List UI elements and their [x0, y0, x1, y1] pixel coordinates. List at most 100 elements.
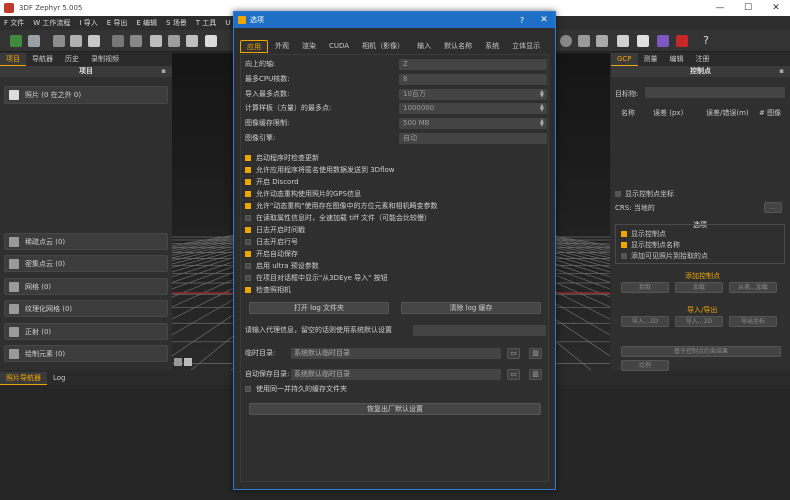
checkbox[interactable]	[245, 250, 251, 257]
maximize-button[interactable]: ☐	[734, 0, 762, 16]
pin-icon[interactable]: ▪	[779, 66, 784, 77]
check-row[interactable]: 允许动态重构使用照片的GPS信息	[245, 189, 361, 200]
open-log-folder-button[interactable]: 打开 log 文件夹	[249, 302, 389, 314]
crs-edit-button[interactable]: ...	[764, 202, 782, 213]
up-axis-select[interactable]: Z	[399, 59, 547, 70]
dense-cloud-group[interactable]: 密集点云 (0)	[4, 255, 168, 272]
trash-icon[interactable]: ▥	[529, 348, 542, 359]
check-row[interactable]: 开启 Discord	[245, 177, 299, 188]
pick-button[interactable]: 拾取	[621, 282, 669, 293]
photos-group[interactable]: 照片 (0 在之外 0)	[4, 86, 168, 104]
dialog-tab-default-names[interactable]: 默认名称	[438, 40, 478, 53]
dialog-tab-cuda[interactable]: CUDA	[323, 40, 355, 53]
autosave-dir-input[interactable]: 系统默认临时目录	[291, 369, 501, 380]
check-row[interactable]: 在读取属性信息时，全速加载 tiff 文件（可能会比较慢）	[245, 213, 431, 224]
checkbox[interactable]	[245, 214, 251, 221]
minimize-button[interactable]: —	[706, 0, 734, 16]
spinner-icon[interactable]: ▲ ▼	[540, 90, 544, 99]
pointer-icon[interactable]	[637, 35, 649, 47]
check-row[interactable]: 允许应用程序将匿名使用数据发送到 3Dflow	[245, 165, 395, 176]
help-icon[interactable]: ?	[700, 35, 712, 47]
folder-icon[interactable]: ▭	[507, 348, 520, 359]
check-row[interactable]: 开启自动保存	[245, 249, 298, 260]
camera-icon[interactable]	[205, 35, 217, 47]
circle-icon[interactable]	[560, 35, 572, 47]
tab-record-video[interactable]: 录制视频	[85, 53, 125, 66]
proxy-input[interactable]	[413, 325, 546, 336]
menu-export[interactable]: E 导出	[107, 18, 128, 28]
sparse-cloud-group[interactable]: 稀疏点云 (0)	[4, 233, 168, 250]
axis-icon[interactable]	[174, 358, 182, 366]
opt-show-names-row[interactable]: 显示控制点名称	[621, 240, 680, 250]
ortho-icon[interactable]	[168, 35, 180, 47]
checkbox[interactable]	[245, 385, 251, 392]
checkbox[interactable]	[245, 166, 251, 173]
load-button[interactable]: 加载	[675, 282, 723, 293]
gizmo-icon[interactable]	[657, 35, 669, 47]
tab-register[interactable]: 注册	[690, 53, 716, 66]
tab-measure[interactable]: 测量	[638, 53, 664, 66]
grid-icon[interactable]	[53, 35, 65, 47]
dialog-close-button[interactable]: ✕	[533, 15, 555, 25]
checkbox[interactable]	[245, 238, 251, 245]
check-row[interactable]: 启用 ultra 预设参数	[245, 261, 319, 272]
max-cpu-input[interactable]: 8	[399, 74, 547, 85]
close-button[interactable]: ✕	[762, 0, 790, 16]
tab-log[interactable]: Log	[47, 372, 72, 385]
dialog-tab-system[interactable]: 系统	[479, 40, 505, 53]
ortho-group[interactable]: 正射 (0)	[4, 323, 168, 340]
image-engine-select[interactable]: 自动	[399, 133, 547, 144]
tab-navigator[interactable]: 导航器	[26, 53, 59, 66]
cube-icon[interactable]	[70, 35, 82, 47]
save-icon[interactable]	[28, 35, 40, 47]
checkbox[interactable]	[245, 226, 251, 233]
texture-icon[interactable]	[150, 35, 162, 47]
checkbox[interactable]	[245, 178, 251, 185]
pin-icon[interactable]: ▪	[161, 66, 166, 77]
drawing-elements-group[interactable]: 绘制元素 (0)	[4, 345, 168, 362]
mesh-icon[interactable]	[88, 35, 100, 47]
opt-show-names-checkbox[interactable]	[621, 242, 627, 248]
menu-file[interactable]: F 文件	[4, 18, 24, 28]
dialog-help-button[interactable]: ?	[511, 16, 533, 25]
spinner-icon[interactable]: ▲ ▼	[540, 119, 544, 128]
dialog-tab-input[interactable]: 输入	[411, 40, 437, 53]
opt-add-visible-row[interactable]: 添加可见照片到拾取的点	[621, 251, 708, 261]
dialog-tab-camera[interactable]: 相机（影像）	[356, 40, 410, 53]
image-cache-input[interactable]: 500 MB	[399, 118, 547, 129]
hand-icon[interactable]	[617, 35, 629, 47]
checkbox[interactable]	[245, 154, 251, 161]
dense-points-icon[interactable]	[130, 35, 142, 47]
checkbox[interactable]	[245, 274, 251, 281]
import-2d-button[interactable]: 导入...2D	[675, 316, 723, 327]
show-axis-checkbox[interactable]	[615, 191, 621, 197]
check-row[interactable]: 启动程序时检查更新	[245, 153, 319, 164]
opt-show-points-checkbox[interactable]	[621, 231, 627, 237]
opt-add-visible-checkbox[interactable]	[621, 253, 627, 259]
checkbox[interactable]	[245, 286, 251, 293]
check-row[interactable]: 检查照相机	[245, 285, 291, 296]
menu-edit[interactable]: E 编辑	[136, 18, 157, 28]
scale-button[interactable]: 比例	[621, 360, 669, 371]
shape-icon[interactable]	[186, 35, 198, 47]
red-cube-icon[interactable]	[676, 35, 688, 47]
spinner-icon[interactable]: ▲ ▼	[540, 104, 544, 113]
volume-max-points-input[interactable]: 1000000	[399, 103, 547, 114]
reset-defaults-button[interactable]: 恢复出厂默认设置	[249, 403, 541, 415]
opt-show-points-row[interactable]: 显示控制点	[621, 229, 666, 239]
target-select[interactable]	[645, 87, 785, 98]
menu-workflow[interactable]: W 工作流程	[33, 18, 70, 28]
points-icon[interactable]	[112, 35, 124, 47]
check-row[interactable]: 允许"动态重构"使用存在图像中的方位元素和相机畸变参数	[245, 201, 437, 212]
same-cache-row[interactable]: 使用同一并持久的缓存文件夹	[245, 384, 347, 395]
dialog-tab-application[interactable]: 应用	[240, 40, 268, 53]
import-max-points-input[interactable]: 10百万	[399, 89, 547, 100]
temp-dir-input[interactable]: 系统默认临时目录	[291, 348, 501, 359]
checkbox[interactable]	[245, 262, 251, 269]
textured-mesh-group[interactable]: 纹理化网格 (0)	[4, 300, 168, 317]
trash-icon[interactable]: ▥	[529, 369, 542, 380]
load-from-table-button[interactable]: 从表...加载	[729, 282, 777, 293]
checkbox[interactable]	[245, 202, 251, 209]
check-row[interactable]: 在项目对话框中显示"从3DEye 导入" 按钮	[245, 273, 388, 284]
menu-tools[interactable]: T 工具	[196, 18, 217, 28]
